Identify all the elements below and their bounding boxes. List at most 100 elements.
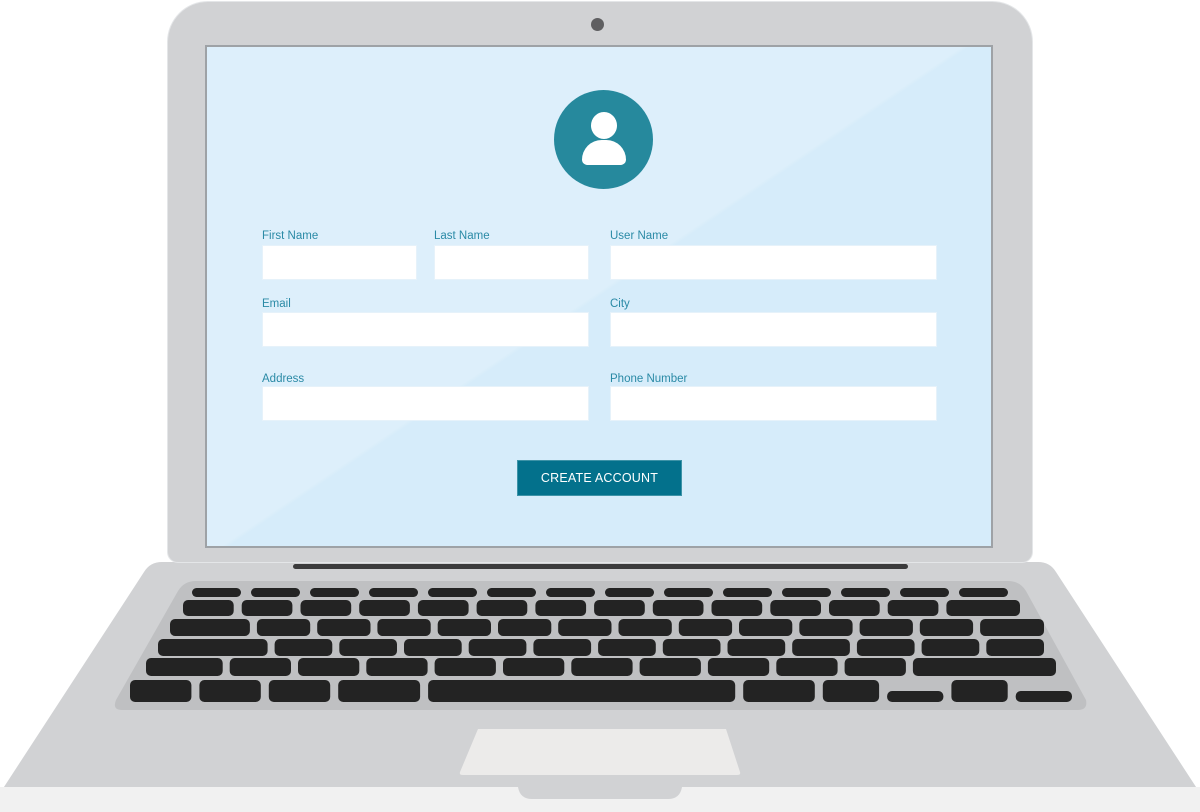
keyboard-key xyxy=(338,680,421,702)
city-input[interactable] xyxy=(610,312,937,347)
keyboard-key xyxy=(727,639,786,656)
keyboard-key xyxy=(664,588,713,597)
keyboard-key xyxy=(404,639,462,656)
keyboard-key xyxy=(829,600,880,616)
last-name-label: Last Name xyxy=(434,230,490,242)
keyboard-key xyxy=(428,680,736,702)
keyboard-key xyxy=(498,619,552,636)
keyboard-key xyxy=(130,680,192,702)
keyboard-key xyxy=(571,658,633,676)
keyboard-key xyxy=(598,639,656,656)
email-input[interactable] xyxy=(262,312,589,347)
keyboard-key xyxy=(900,588,949,597)
phone-number-label: Phone Number xyxy=(610,373,688,385)
keyboard-key xyxy=(946,600,1020,616)
keyboard-key xyxy=(662,639,721,656)
avatar-body xyxy=(582,140,626,165)
keyboard-key xyxy=(919,619,974,636)
avatar-head xyxy=(591,112,617,139)
keyboard-key xyxy=(639,658,701,676)
keyboard-key xyxy=(503,658,565,676)
keyboard-key xyxy=(183,600,234,616)
webcam-icon xyxy=(591,18,604,31)
keyboard-key xyxy=(437,619,491,636)
keyboard-key xyxy=(546,588,595,597)
keyboard-key xyxy=(377,619,431,636)
trackpad-notch xyxy=(518,787,682,799)
laptop-hinge xyxy=(293,564,908,569)
keyboard-key xyxy=(618,619,672,636)
keyboard-key xyxy=(428,588,477,597)
first-name-input[interactable] xyxy=(262,245,417,280)
user-avatar-icon xyxy=(554,90,653,189)
keyboard-key xyxy=(799,619,853,636)
user-name-input[interactable] xyxy=(610,245,937,280)
keyboard-key xyxy=(743,680,815,702)
keyboard-key xyxy=(822,680,880,702)
keyboard-key xyxy=(959,588,1008,597)
keyboard-key xyxy=(199,680,261,702)
keyboard-key xyxy=(711,600,763,616)
keyboard-key xyxy=(980,619,1044,636)
keyboard-key xyxy=(268,680,331,702)
keyboard-key xyxy=(533,639,592,656)
keyboard-key xyxy=(594,600,645,616)
keyboard-key xyxy=(776,658,838,676)
keyboard-key xyxy=(652,600,704,616)
keyboard-key xyxy=(192,588,241,597)
keyboard-key xyxy=(859,619,913,636)
keyboard-key xyxy=(678,619,733,636)
keyboard-key xyxy=(359,600,410,616)
keyboard-key xyxy=(605,588,654,597)
last-name-input[interactable] xyxy=(434,245,589,280)
keyboard-key xyxy=(535,600,587,616)
keyboard-key xyxy=(241,600,293,616)
address-input[interactable] xyxy=(262,386,589,421)
keyboard-key xyxy=(841,588,890,597)
email-label: Email xyxy=(262,298,291,310)
create-account-button[interactable]: CREATE ACCOUNT xyxy=(517,460,682,496)
keyboard-key xyxy=(739,619,793,636)
keyboard-key xyxy=(887,600,939,616)
first-name-label: First Name xyxy=(262,230,319,242)
keyboard-key xyxy=(887,691,944,702)
keyboard-key xyxy=(317,619,371,636)
city-label: City xyxy=(610,298,630,310)
keyboard-key xyxy=(170,619,250,636)
keyboard-key xyxy=(951,680,1008,702)
keyboard-key xyxy=(986,639,1044,656)
keyboard-key xyxy=(366,658,428,676)
laptop-screen: First Name Last Name User Name Email Cit… xyxy=(205,45,993,548)
keyboard-key xyxy=(369,588,418,597)
keyboard-key xyxy=(339,639,397,656)
keyboard-key xyxy=(707,658,770,676)
keyboard-key xyxy=(251,588,300,597)
keyboard-key xyxy=(770,600,821,616)
user-name-label: User Name xyxy=(610,230,669,242)
keyboard-key xyxy=(256,619,311,636)
keyboard-key xyxy=(487,588,536,597)
keyboard-key xyxy=(300,600,352,616)
keyboard-key xyxy=(723,588,772,597)
keyboard-key xyxy=(558,619,612,636)
keyboard-key xyxy=(468,639,527,656)
keyboard-key xyxy=(912,658,1056,676)
keyboard-key xyxy=(792,639,850,656)
keyboard-key xyxy=(434,658,496,676)
keyboard-key xyxy=(844,658,906,676)
keyboard-key xyxy=(158,639,268,656)
keyboard-key xyxy=(298,658,360,676)
keyboard-key xyxy=(310,588,359,597)
keyboard-key xyxy=(146,658,223,676)
keyboard-key xyxy=(417,600,469,616)
keyboard-key xyxy=(1015,691,1072,702)
phone-number-input[interactable] xyxy=(610,386,937,421)
keyboard-key xyxy=(782,588,831,597)
address-label: Address xyxy=(262,373,305,385)
keyboard-key xyxy=(856,639,915,656)
keyboard-key xyxy=(229,658,291,676)
keyboard-key xyxy=(476,600,528,616)
keyboard-key xyxy=(921,639,980,656)
trackpad xyxy=(459,729,741,775)
keyboard-key xyxy=(274,639,333,656)
